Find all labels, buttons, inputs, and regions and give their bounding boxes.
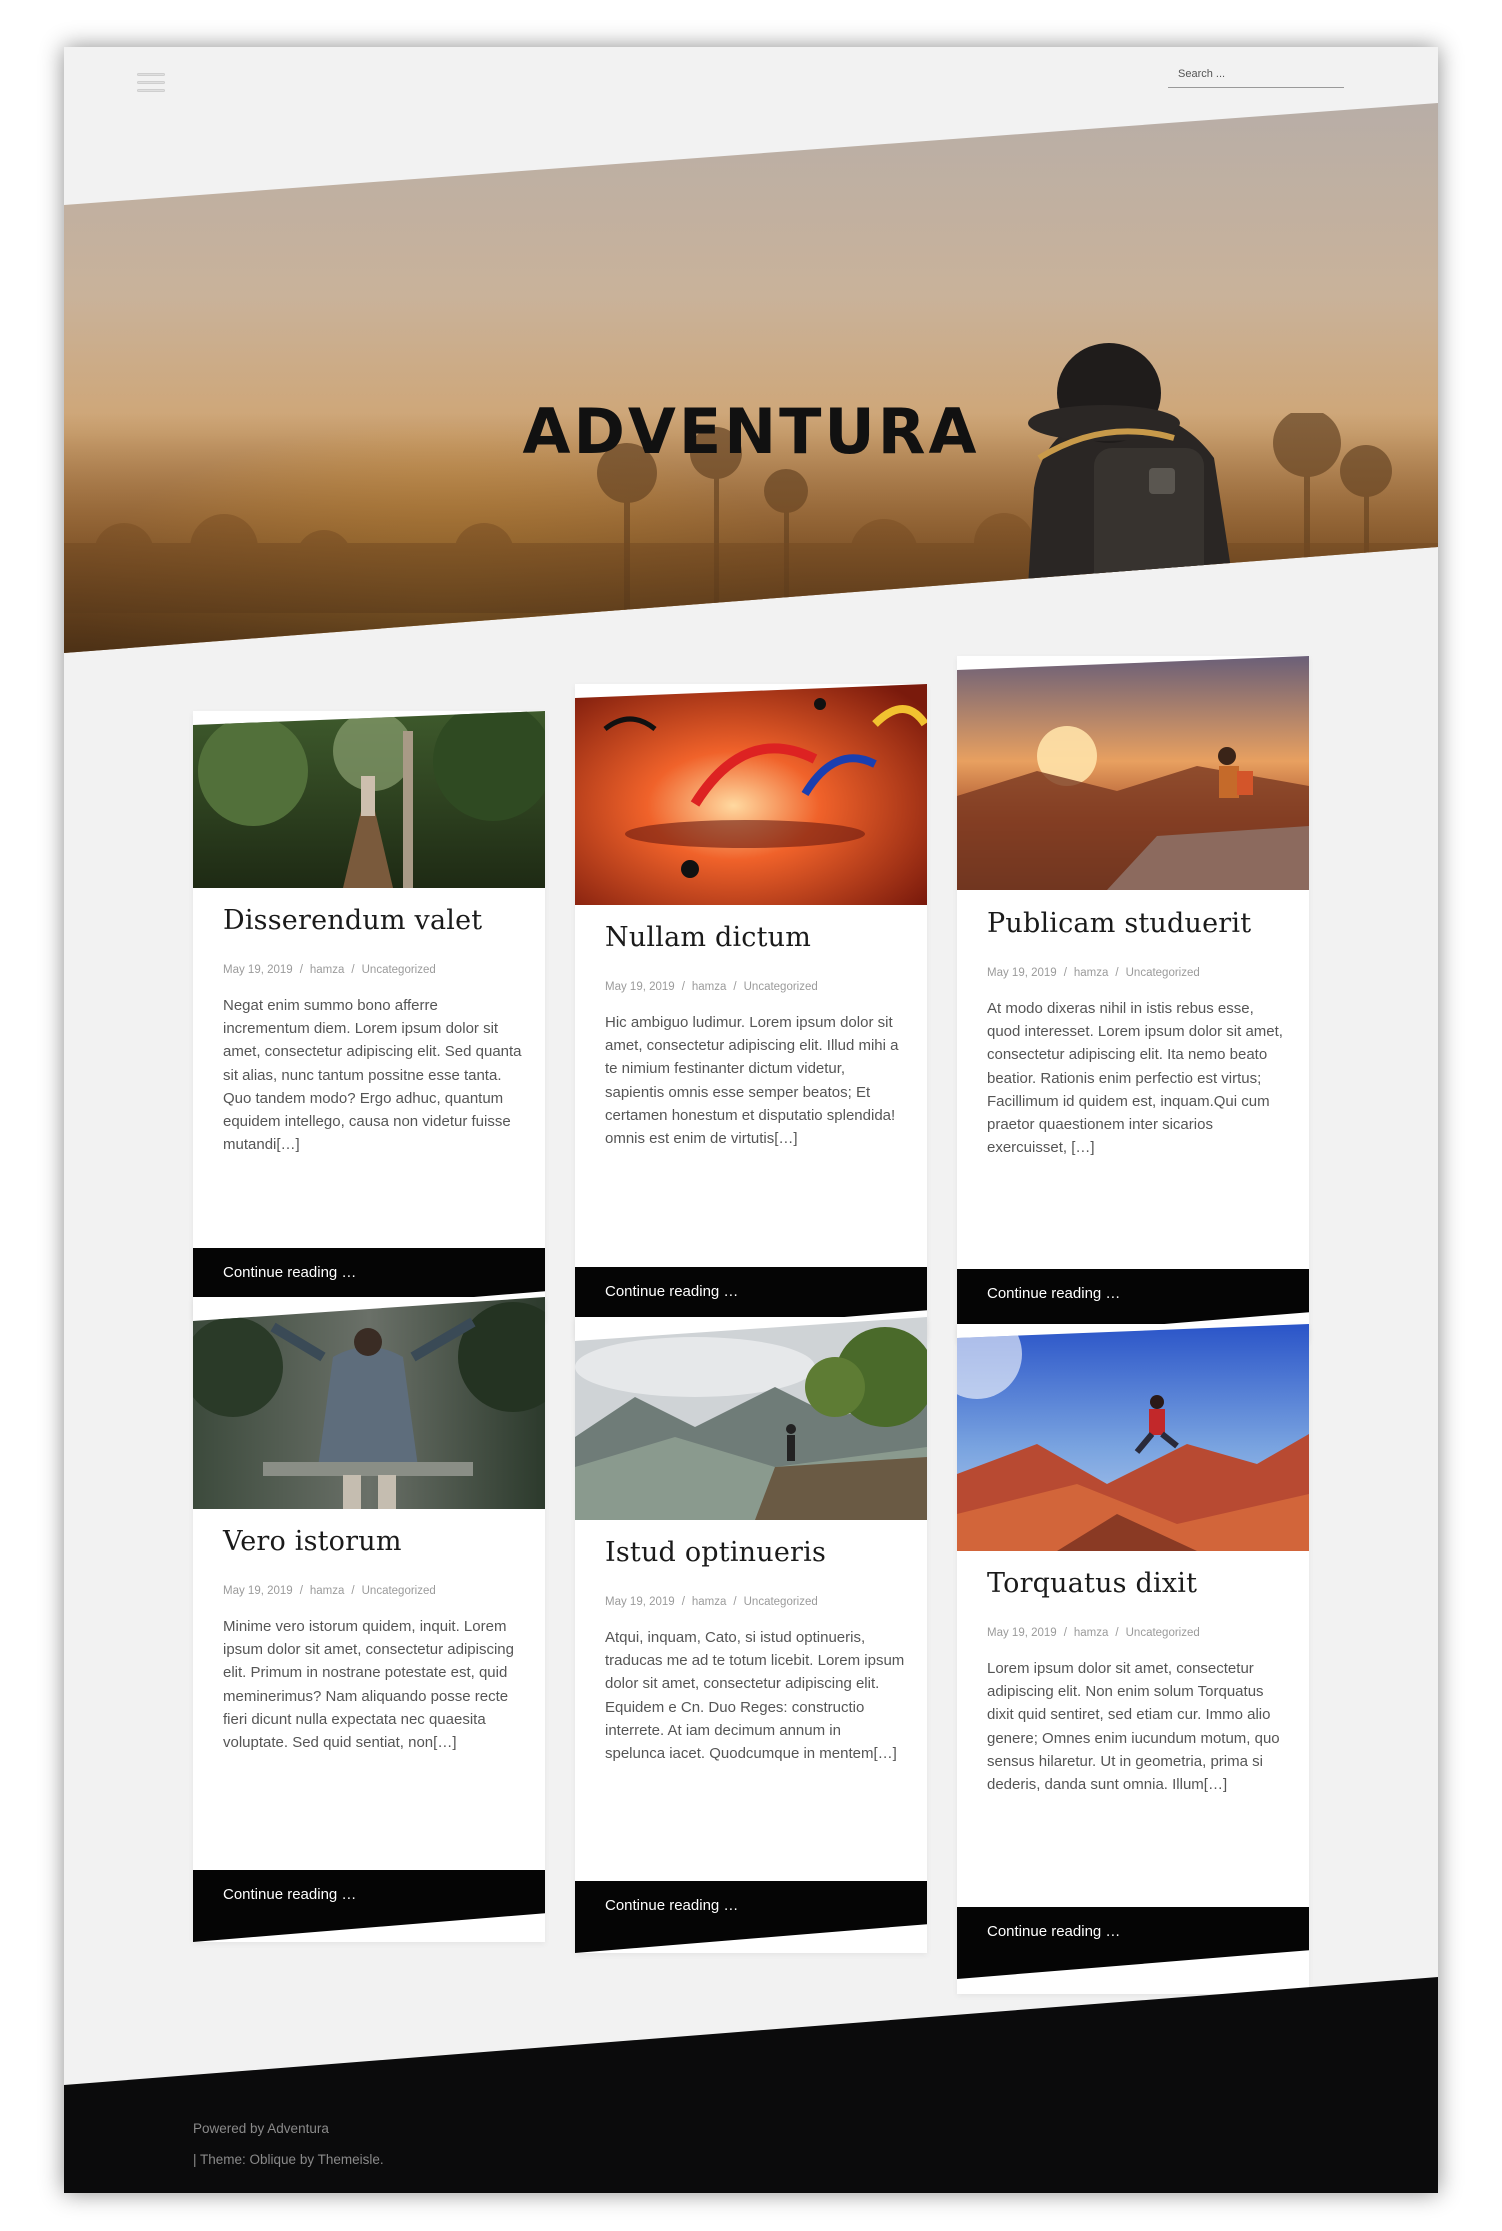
post-excerpt: At modo dixeras nihil in istis rebus ess… [987, 1000, 1283, 1157]
continue-reading-button[interactable]: Continue reading … [575, 1881, 927, 1953]
post-author-link[interactable]: hamza [1074, 967, 1109, 979]
post-date[interactable]: May 19, 2019 [605, 981, 675, 993]
post-excerpt: Hic ambiguo ludimur. Lorem ipsum dolor s… [605, 1014, 899, 1148]
forest-swing-image [193, 1297, 545, 1509]
post-thumbnail[interactable] [957, 656, 1309, 890]
continue-reading-button[interactable]: Continue reading … [957, 1907, 1309, 1979]
post-meta: May 19, 2019/hamza / Uncategorized [605, 1596, 818, 1608]
continue-reading-label: Continue reading … [987, 1285, 1121, 1302]
post-date[interactable]: May 19, 2019 [987, 967, 1057, 979]
red-rocks-jumper-image [957, 1324, 1309, 1551]
post-card: Istud optinueris May 19, 2019/hamza / Unca… [575, 1317, 927, 1953]
hiker-sunrise-image [957, 656, 1309, 890]
post-category-link[interactable]: Uncategorized [744, 981, 818, 993]
post-title[interactable]: Publicam studuerit [987, 908, 1251, 939]
theme-author-link[interactable]: Themeisle. [318, 2152, 384, 2167]
post-card: Vero istorum May 19, 2019/hamza / Uncatego… [193, 1297, 545, 1942]
powered-by-link[interactable]: Adventura [267, 2121, 329, 2136]
post-thumbnail[interactable] [575, 684, 927, 905]
post-meta: May 19, 2019/hamza / Uncategorized [605, 981, 818, 993]
continue-reading-label: Continue reading … [605, 1897, 739, 1914]
post-meta: May 19, 2019/hamza / Uncategorized [223, 964, 436, 976]
post-card: Publicam studuerit May 19, 2019/hamza / Un… [957, 656, 1309, 1341]
post-category-link[interactable]: Uncategorized [1126, 967, 1200, 979]
continue-reading-label: Continue reading … [223, 1264, 357, 1281]
post-title[interactable]: Disserendum valet [223, 905, 482, 936]
post-author-link[interactable]: hamza [310, 1585, 345, 1597]
theme-by-label: by [296, 2152, 318, 2167]
site-title[interactable]: ADVENTURA [64, 395, 1438, 468]
post-category-link[interactable]: Uncategorized [744, 1596, 818, 1608]
post-title[interactable]: Torquatus dixit [987, 1568, 1197, 1599]
hamburger-menu-icon[interactable] [137, 71, 165, 95]
jungle-walkway-image [193, 711, 545, 888]
post-title[interactable]: Istud optinueris [605, 1537, 826, 1568]
post-thumbnail[interactable] [193, 1297, 545, 1509]
page: ADVENTURA Disserendum valet May 19, 2019… [64, 47, 1438, 2193]
theme-label: | Theme: [193, 2152, 250, 2167]
hiker-backpack-image [1024, 343, 1244, 653]
post-date[interactable]: May 19, 2019 [223, 1585, 293, 1597]
search-form [1168, 61, 1344, 88]
post-title[interactable]: Nullam dictum [605, 922, 811, 953]
post-excerpt: Negat enim summo bono afferre incrementu… [223, 997, 522, 1154]
continue-reading-button[interactable]: Continue reading … [193, 1870, 545, 1942]
post-author-link[interactable]: hamza [692, 1596, 727, 1608]
post-category-link[interactable]: Uncategorized [362, 1585, 436, 1597]
theme-credit-line: | Theme: Oblique by Themeisle. [193, 2152, 384, 2167]
hero-banner: ADVENTURA [64, 103, 1438, 653]
post-excerpt: Atqui, inquam, Cato, si istud optinueris… [605, 1629, 905, 1763]
post-author-link[interactable]: hamza [1074, 1627, 1109, 1639]
continue-reading-label: Continue reading … [223, 1886, 357, 1903]
post-meta: May 19, 2019/hamza / Uncategorized [223, 1585, 436, 1597]
site-footer: Powered by Adventura | Theme: Oblique by… [64, 1977, 1438, 2193]
post-excerpt: Lorem ipsum dolor sit amet, consectetur … [987, 1660, 1280, 1794]
post-excerpt: Minime vero istorum quidem, inquit. Lore… [223, 1618, 514, 1752]
powered-by-line: Powered by Adventura [193, 2121, 329, 2136]
post-meta: May 19, 2019/hamza / Uncategorized [987, 967, 1200, 979]
continue-reading-label: Continue reading … [605, 1283, 739, 1300]
post-thumbnail[interactable] [193, 711, 545, 888]
post-category-link[interactable]: Uncategorized [362, 964, 436, 976]
post-date[interactable]: May 19, 2019 [223, 964, 293, 976]
post-card: Disserendum valet May 19, 2019/hamza / Unc… [193, 711, 545, 1320]
post-card: Torquatus dixit May 19, 2019/hamza / Uncat… [957, 1324, 1309, 1994]
post-date[interactable]: May 19, 2019 [605, 1596, 675, 1608]
paragliders-sunset-image [575, 684, 927, 905]
post-card: Nullam dictum May 19, 2019/hamza / Uncateg… [575, 684, 927, 1339]
post-title[interactable]: Vero istorum [223, 1526, 402, 1557]
post-category-link[interactable]: Uncategorized [1126, 1627, 1200, 1639]
search-input[interactable] [1168, 61, 1344, 87]
post-author-link[interactable]: hamza [310, 964, 345, 976]
post-thumbnail[interactable] [575, 1317, 927, 1520]
theme-link[interactable]: Oblique [250, 2152, 297, 2167]
post-date[interactable]: May 19, 2019 [987, 1627, 1057, 1639]
powered-by-label: Powered by [193, 2121, 268, 2136]
post-meta: May 19, 2019/hamza / Uncategorized [987, 1627, 1200, 1639]
post-author-link[interactable]: hamza [692, 981, 727, 993]
mountain-cliff-image [575, 1317, 927, 1520]
continue-reading-label: Continue reading … [987, 1923, 1121, 1940]
post-thumbnail[interactable] [957, 1324, 1309, 1551]
